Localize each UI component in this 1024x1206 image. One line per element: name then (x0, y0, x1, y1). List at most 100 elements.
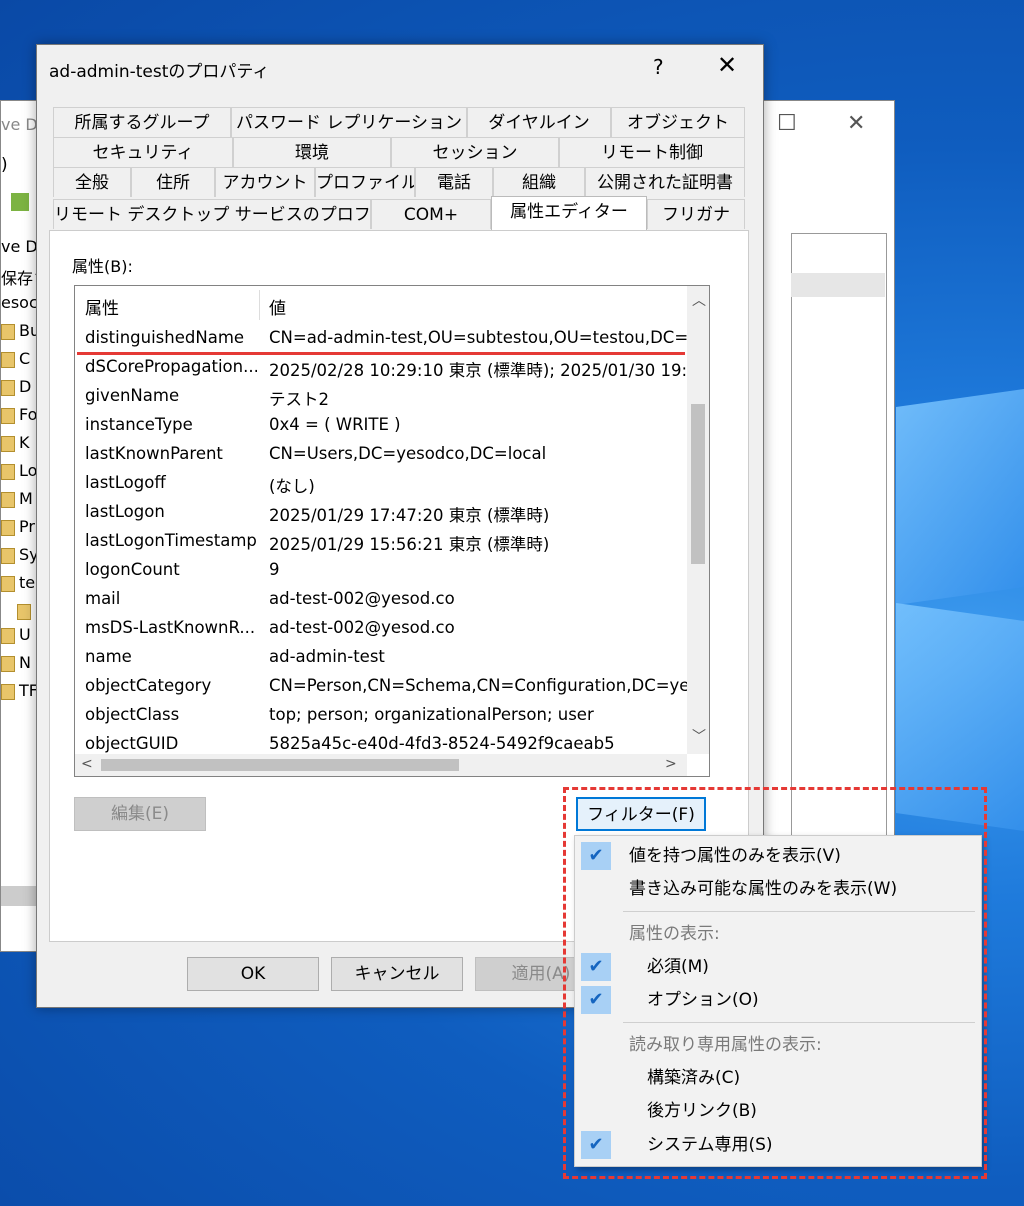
tree-item[interactable]: N (1, 653, 37, 677)
folder-icon (1, 519, 15, 536)
table-row[interactable]: mail ad-test-002@yesod.co (75, 585, 687, 614)
attribute-name: dSCorePropagation... (85, 357, 257, 376)
tree-item[interactable]: esoc (1, 293, 37, 317)
chevron-down-icon[interactable]: ﹀ (692, 726, 706, 746)
tree-item[interactable]: 保存さ (1, 265, 37, 289)
column-divider[interactable] (259, 290, 260, 320)
tab-password-replication[interactable]: パスワード レプリケーション (231, 107, 467, 137)
tab-rds-profile[interactable]: リモート デスクトップ サービスのプロファイル (53, 199, 371, 229)
tab-furigana[interactable]: フリガナ (647, 199, 745, 229)
folder-icon (1, 463, 15, 480)
ok-button[interactable]: OK (187, 957, 319, 991)
highlight-dashed-box (563, 787, 987, 1179)
toolbar-icon[interactable] (11, 193, 29, 211)
table-row[interactable]: objectCategory CN=Person,CN=Schema,CN=Con… (75, 672, 687, 701)
attribute-value: 5825a45c-e40d-4fd3-8524-5492f9caeab5 (269, 734, 615, 753)
help-button[interactable]: ? (653, 55, 664, 79)
tree-item[interactable]: K (1, 433, 37, 457)
tree-item[interactable]: Lo (1, 461, 37, 485)
folder-icon (1, 435, 15, 452)
folder-icon (1, 351, 15, 368)
table-row[interactable]: instanceType 0x4 = ( WRITE ) (75, 411, 687, 440)
tree-item[interactable]: U (1, 625, 37, 649)
tree-item[interactable]: M (1, 489, 37, 513)
tree-item[interactable]: Bu (1, 321, 37, 345)
column-header-value[interactable]: 値 (269, 294, 286, 319)
table-row[interactable]: dSCorePropagation... 2025/02/28 10:29:10 … (75, 353, 687, 382)
tab-object[interactable]: オブジェクト (611, 107, 745, 137)
tab-attribute-editor[interactable]: 属性エディター (491, 196, 647, 230)
tab-account[interactable]: アカウント (215, 167, 315, 197)
tab-organization[interactable]: 組織 (493, 167, 585, 197)
tab-published-certificates[interactable]: 公開された証明書 (585, 167, 745, 197)
edit-button[interactable]: 編集(E) (74, 797, 206, 831)
tree-item[interactable]: D (1, 377, 37, 401)
attribute-name: mail (85, 589, 121, 608)
attribute-name: logonCount (85, 560, 180, 579)
tab-environment[interactable]: 環境 (233, 137, 391, 167)
horizontal-scroll-thumb[interactable] (101, 759, 459, 771)
attribute-name: name (85, 647, 132, 666)
tab-remote-control[interactable]: リモート制御 (559, 137, 745, 167)
folder-icon (1, 379, 15, 396)
attribute-value: ad-admin-test (269, 647, 385, 666)
column-header-attribute[interactable]: 属性 (85, 294, 119, 319)
folder-icon (1, 575, 15, 592)
attribute-value: top; person; organizationalPerson; user (269, 705, 594, 724)
attribute-value: CN=Person,CN=Schema,CN=Configuration,DC=… (269, 676, 687, 695)
attribute-value: 2025/02/28 10:29:10 東京 (標準時); 2025/01/30… (269, 361, 687, 380)
attribute-name: lastLogonTimestamp (85, 531, 257, 550)
table-row[interactable]: lastLogoff (なし) (75, 469, 687, 498)
table-row[interactable]: distinguishedName CN=ad-admin-test,OU=sub… (75, 324, 687, 353)
tab-telephones[interactable]: 電話 (415, 167, 493, 197)
tab-com-plus[interactable]: COM+ (371, 199, 491, 229)
background-window-row (791, 273, 885, 297)
table-row[interactable]: givenName テスト2 (75, 382, 687, 411)
vertical-scrollbar[interactable]: ︿ ﹀ (687, 286, 709, 754)
close-button[interactable]: ✕ (717, 51, 737, 79)
table-row[interactable]: msDS-LastKnownR... ad-test-002@yesod.co (75, 614, 687, 643)
tree-item[interactable] (17, 601, 37, 625)
attributes-list[interactable]: 属性 値 distinguishedName CN=ad-admin-test,O… (74, 285, 710, 777)
table-row[interactable]: objectClass top; person; organizationalPe… (75, 701, 687, 730)
tree-item[interactable]: te (1, 573, 37, 597)
tree-item[interactable]: Sy (1, 545, 37, 569)
tab-profile[interactable]: プロファイル (315, 167, 415, 197)
tree-item[interactable]: C (1, 349, 37, 373)
attribute-value: 0x4 = ( WRITE ) (269, 415, 401, 434)
cancel-button[interactable]: キャンセル (331, 957, 463, 991)
maximize-icon[interactable]: ☐ (777, 111, 797, 136)
folder-icon (1, 655, 15, 672)
close-icon[interactable]: ✕ (847, 111, 865, 136)
attribute-value: (なし) (269, 477, 315, 496)
attribute-value: 2025/01/29 15:56:21 東京 (標準時) (269, 535, 550, 554)
tab-member-of[interactable]: 所属するグループ (53, 107, 231, 137)
tab-sessions[interactable]: セッション (391, 137, 559, 167)
tab-security[interactable]: セキュリティ (53, 137, 233, 167)
horizontal-scrollbar[interactable]: < > (75, 754, 687, 776)
tab-dial-in[interactable]: ダイヤルイン (467, 107, 611, 137)
windows-logo-pane (896, 389, 1024, 605)
chevron-up-icon[interactable]: ︿ (692, 290, 706, 310)
table-row[interactable]: lastKnownParent CN=Users,DC=yesodco,DC=lo… (75, 440, 687, 469)
table-row[interactable]: lastLogon 2025/01/29 17:47:20 東京 (標準時) (75, 498, 687, 527)
attribute-name: givenName (85, 386, 180, 405)
tree-item[interactable]: Pr (1, 517, 37, 541)
table-row[interactable]: lastLogonTimestamp 2025/01/29 15:56:21 東京… (75, 527, 687, 556)
tab-general[interactable]: 全般 (53, 167, 131, 197)
tree-item[interactable]: ve Di (1, 237, 37, 261)
chevron-right-icon[interactable]: > (665, 756, 677, 772)
tree-item[interactable]: Fo (1, 405, 37, 429)
attribute-value: CN=Users,DC=yesodco,DC=local (269, 444, 547, 463)
tree-item[interactable]: TF (1, 681, 37, 705)
dialog-title: ad-admin-testのプロパティ (49, 62, 270, 82)
folder-icon (1, 323, 15, 340)
table-row[interactable]: logonCount 9 (75, 556, 687, 585)
vertical-scroll-thumb[interactable] (691, 404, 705, 564)
chevron-left-icon[interactable]: < (81, 756, 93, 772)
attribute-name: distinguishedName (85, 328, 245, 347)
attribute-value: CN=ad-admin-test,OU=subtestou,OU=testou,… (269, 328, 687, 347)
tab-address[interactable]: 住所 (131, 167, 215, 197)
background-scrollbar[interactable] (1, 886, 37, 906)
table-row[interactable]: name ad-admin-test (75, 643, 687, 672)
